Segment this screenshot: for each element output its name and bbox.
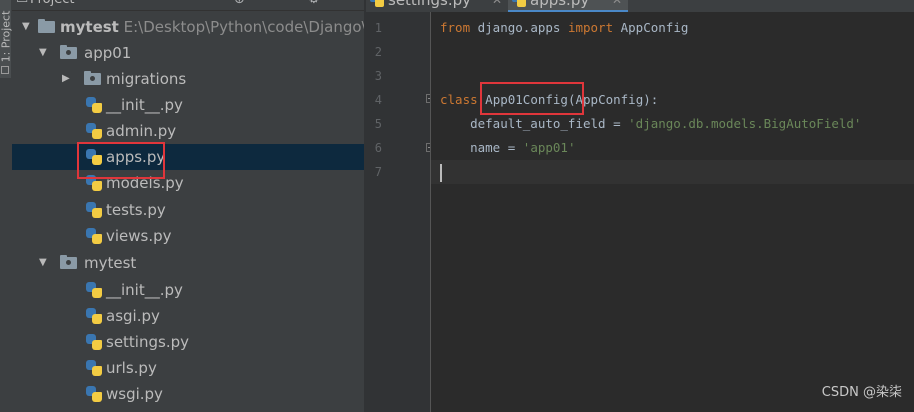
python-file-icon — [86, 123, 102, 139]
python-file-icon — [86, 202, 102, 218]
package-folder-icon — [60, 45, 77, 59]
chevron-down-icon[interactable]: ▼ — [39, 250, 51, 276]
tree-item-label: mytest — [84, 254, 137, 272]
project-tool-tab[interactable]: 1: Project — [0, 0, 13, 78]
python-file-icon — [86, 97, 102, 113]
root-name: mytest — [60, 18, 119, 36]
tree-file-init-mytest[interactable]: __init__.py — [12, 277, 364, 303]
attr-name: name = — [440, 140, 523, 155]
line-number: 7 — [374, 165, 382, 179]
current-line-highlight — [431, 160, 914, 184]
chevron-right-icon[interactable]: ▶ — [62, 66, 74, 92]
folder-icon — [38, 19, 55, 33]
tree-file-label: urls.py — [106, 359, 157, 377]
code-line-5: default_auto_field = 'django.db.models.B… — [440, 112, 861, 136]
root-path: E:\Desktop\Python\code\Django\r — [123, 18, 364, 36]
code-line-7 — [440, 160, 442, 184]
tree-file-wsgi[interactable]: wsgi.py — [12, 381, 364, 407]
target-icon[interactable]: ⊕ — [234, 0, 245, 8]
python-file-icon — [86, 360, 102, 376]
tree-file-views[interactable]: views.py — [12, 223, 364, 249]
chevron-down-icon[interactable]: ▼ — [39, 40, 51, 66]
chevron-down-icon[interactable]: ▼ — [22, 14, 34, 40]
python-file-icon — [86, 308, 102, 324]
python-file-icon — [86, 386, 102, 402]
project-tool-icon — [1, 66, 9, 74]
line-number: 3 — [374, 69, 382, 83]
tree-item-mytest-pkg[interactable]: ▼ mytest — [12, 250, 364, 276]
python-file-icon — [370, 0, 384, 7]
tab-settings[interactable]: settings.py ✕ — [366, 0, 508, 12]
editor-tab-bar: settings.py ✕ apps.py ✕ — [366, 0, 914, 12]
tree-item-migrations[interactable]: ▶ migrations — [12, 66, 364, 92]
tree-item-label: migrations — [106, 70, 187, 88]
tab-label: settings.py — [388, 0, 471, 9]
code-editor[interactable]: from django.apps import AppConfig class … — [431, 12, 914, 412]
code-line-6: name = 'app01' — [440, 136, 575, 160]
close-icon[interactable]: ✕ — [612, 0, 622, 12]
close-icon[interactable]: ✕ — [492, 0, 502, 12]
import-name: AppConfig — [613, 20, 689, 35]
tree-file-label: wsgi.py — [106, 385, 163, 403]
line-number: 5 — [374, 117, 382, 131]
tab-label: apps.py — [530, 0, 590, 9]
tree-file-label: asgi.py — [106, 307, 160, 325]
keyword-class: class — [440, 92, 478, 107]
apps-file-highlight — [77, 142, 165, 179]
string-literal: 'app01' — [522, 140, 576, 155]
line-number: 6 — [374, 141, 382, 155]
line-number: 1 — [374, 21, 382, 35]
module-name: django.apps — [470, 20, 568, 35]
class-name-highlight — [480, 82, 584, 115]
tree-file-label: views.py — [106, 227, 172, 245]
tree-file-label: settings.py — [106, 333, 189, 351]
tree-file-asgi[interactable]: asgi.py — [12, 303, 364, 329]
attr-default-auto-field: default_auto_field = — [440, 116, 629, 131]
project-panel: ▭ Project ⊕ ⚙ ▼ mytest E:\Desktop\Python… — [12, 0, 364, 412]
python-file-icon — [86, 228, 102, 244]
line-number: 2 — [374, 45, 382, 59]
tree-file-init-app01[interactable]: __init__.py — [12, 92, 364, 118]
tab-apps[interactable]: apps.py ✕ — [508, 0, 628, 12]
keyword-import: import — [567, 20, 614, 35]
project-panel-title[interactable]: Project — [30, 0, 74, 8]
tree-file-settings[interactable]: settings.py — [12, 329, 364, 355]
gear-icon[interactable]: ⚙ — [308, 0, 320, 8]
tree-file-apps[interactable]: apps.py — [12, 144, 364, 170]
tree-root-mytest[interactable]: ▼ mytest E:\Desktop\Python\code\Django\r — [12, 14, 364, 40]
package-folder-icon — [60, 255, 77, 269]
tree-item-app01[interactable]: ▼ app01 — [12, 40, 364, 66]
tree-file-tests[interactable]: tests.py — [12, 197, 364, 223]
tree-file-urls[interactable]: urls.py — [12, 355, 364, 381]
watermark: CSDN @染柒 — [821, 385, 902, 400]
project-tool-label: 1: Project — [0, 10, 13, 63]
line-number: 4 — [374, 93, 382, 107]
keyword-from: from — [440, 20, 471, 35]
tree-file-label: __init__.py — [106, 281, 183, 299]
tree-file-label: admin.py — [106, 122, 177, 140]
tree-item-label: app01 — [84, 44, 132, 62]
python-file-icon — [512, 0, 526, 7]
package-folder-icon — [84, 71, 101, 85]
project-view-icon: ▭ — [16, 0, 28, 8]
python-file-icon — [86, 282, 102, 298]
editor-gutter: 1 2 3 4 5 6 7 — [366, 12, 435, 412]
tree-file-label: tests.py — [106, 201, 166, 219]
code-line-1: from django.apps import AppConfig — [440, 16, 688, 40]
project-panel-header: ▭ Project ⊕ ⚙ — [12, 0, 364, 11]
tree-file-models[interactable]: models.py — [12, 170, 364, 196]
text-caret — [440, 163, 442, 182]
tree-file-admin[interactable]: admin.py — [12, 118, 364, 144]
tree-file-label: __init__.py — [106, 96, 183, 114]
string-literal: 'django.db.models.BigAutoField' — [628, 116, 862, 131]
python-file-icon — [86, 334, 102, 350]
tree-root-label: mytest E:\Desktop\Python\code\Django\r — [60, 14, 364, 40]
